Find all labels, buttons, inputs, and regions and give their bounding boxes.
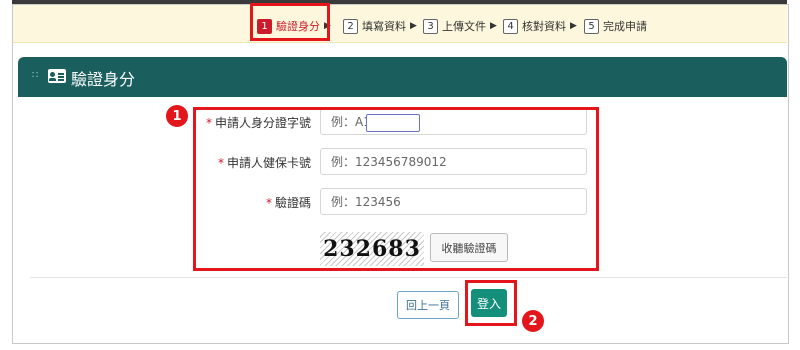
panel-title: 驗證身分 (71, 70, 136, 89)
step-4-number: 4 (503, 18, 518, 34)
id-card-icon (48, 69, 66, 83)
step-3-number: 3 (423, 18, 438, 34)
panel-header: ∷ 驗證身分 (18, 57, 787, 97)
step-5-number: 5 (584, 18, 599, 34)
step-3: 3 上傳文件 ▶ (423, 18, 497, 34)
step-progress-bar: 1 驗證身分 ▶ 2 填寫資料 ▶ 3 上傳文件 ▶ 4 核對資料 ▶ 5 完成… (13, 5, 787, 43)
step-2: 2 填寫資料 ▶ (343, 18, 417, 34)
step-4-label: 核對資料 (522, 20, 566, 33)
step-3-label: 上傳文件 (442, 20, 486, 33)
form-divider (30, 277, 787, 278)
highlight-box-form (193, 107, 599, 271)
annotation-badge-2: 2 (522, 310, 544, 332)
highlight-box-login (465, 280, 517, 326)
step-4: 4 核對資料 ▶ (503, 18, 577, 34)
back-button[interactable]: 回上一頁 (397, 291, 459, 319)
annotation-badge-1: 1 (166, 105, 188, 127)
step-5: 5 完成申請 (584, 18, 647, 34)
drag-grip-icon: ∷ (32, 70, 38, 81)
highlight-box-step (250, 3, 330, 41)
step-5-label: 完成申請 (603, 20, 647, 33)
step-2-label: 填寫資料 (362, 20, 406, 33)
step-2-number: 2 (343, 18, 358, 34)
step-arrow-icon: ▶ (410, 21, 417, 31)
step-arrow-icon: ▶ (490, 21, 497, 31)
step-arrow-icon: ▶ (570, 21, 577, 31)
